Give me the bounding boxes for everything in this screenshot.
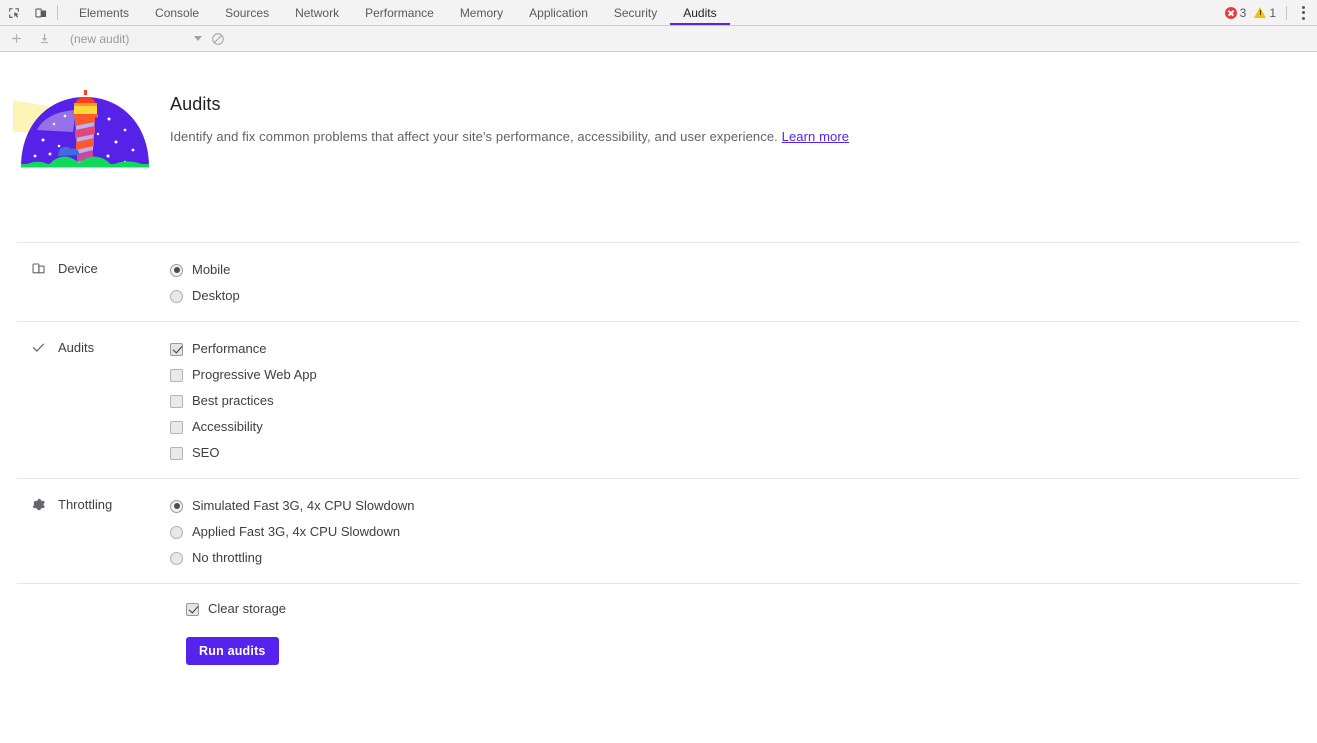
warning-counter[interactable]: 1 xyxy=(1250,6,1280,20)
radio-indicator[interactable] xyxy=(170,263,183,277)
checkbox-option-clear-storage[interactable]: Clear storage xyxy=(186,601,1317,617)
more-options-icon[interactable] xyxy=(1293,3,1313,23)
option-label: SEO xyxy=(192,445,220,460)
checkbox-option-progressive-web-app[interactable]: Progressive Web App xyxy=(170,367,317,383)
audits-panel-toolbar: (new audit) xyxy=(0,26,1317,52)
tab-memory[interactable]: Memory xyxy=(447,0,516,25)
setting-row-device: Device Mobile Desktop xyxy=(0,243,1317,321)
tab-console[interactable]: Console xyxy=(142,0,212,25)
audits-label-text: Audits xyxy=(58,339,95,355)
tab-label: Security xyxy=(613,5,658,20)
setting-row-audits: Audits Performance Progressive Web App B… xyxy=(0,322,1317,478)
error-count: 3 xyxy=(1239,5,1247,20)
tab-label: Memory xyxy=(459,5,504,20)
radio-indicator[interactable] xyxy=(170,289,183,303)
radio-option-desktop[interactable]: Desktop xyxy=(170,288,240,304)
audit-select-value: (new audit) xyxy=(70,31,130,46)
toolbar-divider xyxy=(57,5,58,20)
setting-row-throttling: Throttling Simulated Fast 3G, 4x CPU Slo… xyxy=(0,479,1317,583)
checkbox-option-best-practices[interactable]: Best practices xyxy=(170,393,317,409)
learn-more-link[interactable]: Learn more xyxy=(782,129,849,144)
radio-option-simulated-throttling[interactable]: Simulated Fast 3G, 4x CPU Slowdown xyxy=(170,498,415,514)
throttling-label-text: Throttling xyxy=(58,496,113,512)
device-section-label: Device xyxy=(0,260,170,276)
panel-tabs: Elements Console Sources Network Perform… xyxy=(66,0,730,25)
warning-triangle-icon xyxy=(1254,7,1267,18)
option-label: Performance xyxy=(192,341,267,356)
tabbar-status-area: 3 1 xyxy=(1221,0,1317,25)
checkbox-option-performance[interactable]: Performance xyxy=(170,341,317,357)
tab-security[interactable]: Security xyxy=(601,0,670,25)
option-label: Desktop xyxy=(192,288,240,303)
device-options: Mobile Desktop xyxy=(170,260,240,304)
devtools-tabbar: Elements Console Sources Network Perform… xyxy=(0,0,1317,26)
page-description-text: Identify and fix common problems that af… xyxy=(170,129,778,144)
tab-label: Console xyxy=(155,5,200,20)
tab-application[interactable]: Application xyxy=(516,0,601,25)
option-label: No throttling xyxy=(192,550,263,565)
option-label: Best practices xyxy=(192,393,274,408)
run-section: Clear storage Run audits xyxy=(0,584,1317,665)
device-toolbar-icon[interactable] xyxy=(27,0,54,25)
audits-start-view: Audits Identify and fix common problems … xyxy=(0,52,1317,741)
status-divider xyxy=(1286,5,1287,20)
radio-indicator[interactable] xyxy=(170,499,183,513)
inspect-element-icon[interactable] xyxy=(0,0,27,25)
tab-label: Sources xyxy=(225,5,270,20)
audits-hero: Audits Identify and fix common problems … xyxy=(0,52,1317,242)
option-label: Mobile xyxy=(192,262,231,277)
tab-label: Network xyxy=(295,5,340,20)
add-icon[interactable] xyxy=(2,27,30,51)
checkbox-indicator[interactable] xyxy=(170,342,183,356)
warning-count: 1 xyxy=(1269,5,1276,20)
tab-label: Application xyxy=(529,5,588,20)
audits-options: Performance Progressive Web App Best pra… xyxy=(170,339,317,461)
option-label: Accessibility xyxy=(192,419,263,434)
tab-audits[interactable]: Audits xyxy=(670,0,730,25)
checkbox-indicator[interactable] xyxy=(186,602,199,616)
checkbox-option-accessibility[interactable]: Accessibility xyxy=(170,419,317,435)
clear-all-icon[interactable] xyxy=(204,27,232,51)
error-counter[interactable]: 3 xyxy=(1221,6,1251,20)
hero-text: Audits Identify and fix common problems … xyxy=(170,74,849,144)
checkbox-indicator[interactable] xyxy=(170,420,183,434)
tab-performance[interactable]: Performance xyxy=(352,0,447,25)
radio-indicator[interactable] xyxy=(170,525,183,539)
audit-select[interactable]: (new audit) xyxy=(64,29,204,49)
checkbox-option-seo[interactable]: SEO xyxy=(170,445,317,461)
checkmark-icon xyxy=(30,339,46,355)
gear-icon xyxy=(30,496,46,512)
import-icon[interactable] xyxy=(30,27,58,51)
page-title: Audits xyxy=(170,94,221,114)
checkbox-indicator[interactable] xyxy=(170,446,183,460)
radio-option-applied-throttling[interactable]: Applied Fast 3G, 4x CPU Slowdown xyxy=(170,524,415,540)
run-audits-button[interactable]: Run audits xyxy=(186,637,279,665)
option-label: Applied Fast 3G, 4x CPU Slowdown xyxy=(192,524,401,539)
tab-elements[interactable]: Elements xyxy=(66,0,142,25)
device-icon xyxy=(30,260,46,276)
throttling-options: Simulated Fast 3G, 4x CPU Slowdown Appli… xyxy=(170,496,415,566)
radio-option-no-throttling[interactable]: No throttling xyxy=(170,550,415,566)
tab-sources[interactable]: Sources xyxy=(212,0,282,25)
throttling-section-label: Throttling xyxy=(0,496,170,512)
option-label: Simulated Fast 3G, 4x CPU Slowdown xyxy=(192,498,415,513)
tab-label: Audits xyxy=(683,5,717,20)
tab-label: Elements xyxy=(79,5,130,20)
lighthouse-logo xyxy=(0,74,170,184)
error-circle-icon xyxy=(1224,6,1237,19)
option-label: Clear storage xyxy=(208,601,287,616)
radio-option-mobile[interactable]: Mobile xyxy=(170,262,240,278)
audits-section-label: Audits xyxy=(0,339,170,355)
checkbox-indicator[interactable] xyxy=(170,368,183,382)
tab-network[interactable]: Network xyxy=(282,0,352,25)
chevron-down-icon xyxy=(194,36,202,41)
radio-indicator[interactable] xyxy=(170,551,183,565)
page-description: Identify and fix common problems that af… xyxy=(170,129,849,144)
device-label-text: Device xyxy=(58,260,98,276)
tab-label: Performance xyxy=(365,5,434,20)
checkbox-indicator[interactable] xyxy=(170,394,183,408)
option-label: Progressive Web App xyxy=(192,367,317,382)
